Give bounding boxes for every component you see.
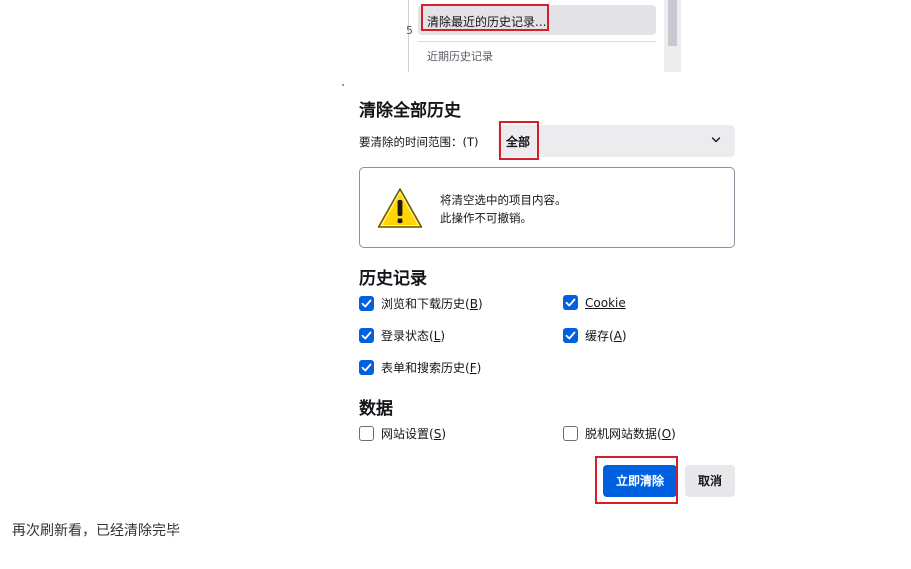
warning-icon bbox=[377, 188, 423, 228]
checkbox-checked-icon[interactable] bbox=[563, 328, 578, 343]
highlight-box-clear-button bbox=[595, 456, 678, 504]
history-section-title: 历史记录 bbox=[359, 269, 427, 289]
checkbox-label: 表单和搜索历史(F) bbox=[381, 361, 482, 375]
checkbox-checked-icon[interactable] bbox=[359, 296, 374, 311]
caption-text: 再次刷新看，已经清除完毕 bbox=[12, 523, 180, 539]
data-section-title: 数据 bbox=[359, 399, 393, 419]
dialog-title: 清除全部历史 bbox=[359, 101, 461, 121]
warning-line-1: 将清空选中的项目内容。 bbox=[440, 193, 567, 207]
checkbox-label: 网站设置(S) bbox=[381, 427, 447, 441]
checkbox-unchecked-icon[interactable] bbox=[563, 426, 578, 441]
checkbox-offline-site-data[interactable]: 脱机网站数据(O) bbox=[563, 425, 676, 442]
checkbox-label: 登录状态(L) bbox=[381, 329, 446, 343]
chevron-down-icon bbox=[711, 137, 721, 143]
warning-box: 将清空选中的项目内容。 此操作不可撤销。 bbox=[359, 167, 735, 248]
checkbox-browsing-download-history[interactable]: 浏览和下载历史(B) bbox=[359, 295, 483, 312]
history-menu-snippet: 5 清除最近的历史记录... 近期历史记录 bbox=[405, 0, 682, 72]
warning-line-2: 此操作不可撤销。 bbox=[440, 211, 532, 225]
checkbox-checked-icon[interactable] bbox=[359, 360, 374, 375]
cancel-button[interactable]: 取消 bbox=[685, 465, 735, 497]
recent-history-heading: 近期历史记录 bbox=[427, 50, 493, 63]
checkbox-cache[interactable]: 缓存(A) bbox=[563, 327, 627, 344]
checkbox-cookie[interactable]: Cookie bbox=[563, 295, 626, 310]
checkbox-form-search-history[interactable]: 表单和搜索历史(F) bbox=[359, 359, 481, 376]
scrollbar-thumb[interactable] bbox=[668, 0, 677, 46]
checkbox-unchecked-icon[interactable] bbox=[359, 426, 374, 441]
stray-mark bbox=[342, 84, 344, 86]
menu-scrollbar[interactable] bbox=[664, 0, 681, 72]
checkbox-site-settings[interactable]: 网站设置(S) bbox=[359, 425, 446, 442]
checkbox-checked-icon[interactable] bbox=[563, 295, 578, 310]
checkbox-label: Cookie bbox=[585, 295, 626, 310]
checkbox-checked-icon[interactable] bbox=[359, 328, 374, 343]
highlight-box-time-range bbox=[499, 121, 539, 160]
highlight-box-menu-item bbox=[421, 4, 549, 31]
checkbox-label: 缓存(A) bbox=[585, 329, 627, 343]
stray-text: 5 bbox=[406, 24, 413, 37]
menu-separator bbox=[418, 41, 656, 42]
checkbox-login-status[interactable]: 登录状态(L) bbox=[359, 327, 445, 344]
checkbox-label: 浏览和下载历史(B) bbox=[381, 297, 483, 311]
time-range-label: 要清除的时间范围：(T) bbox=[359, 135, 479, 149]
checkbox-label: 脱机网站数据(O) bbox=[585, 427, 676, 441]
